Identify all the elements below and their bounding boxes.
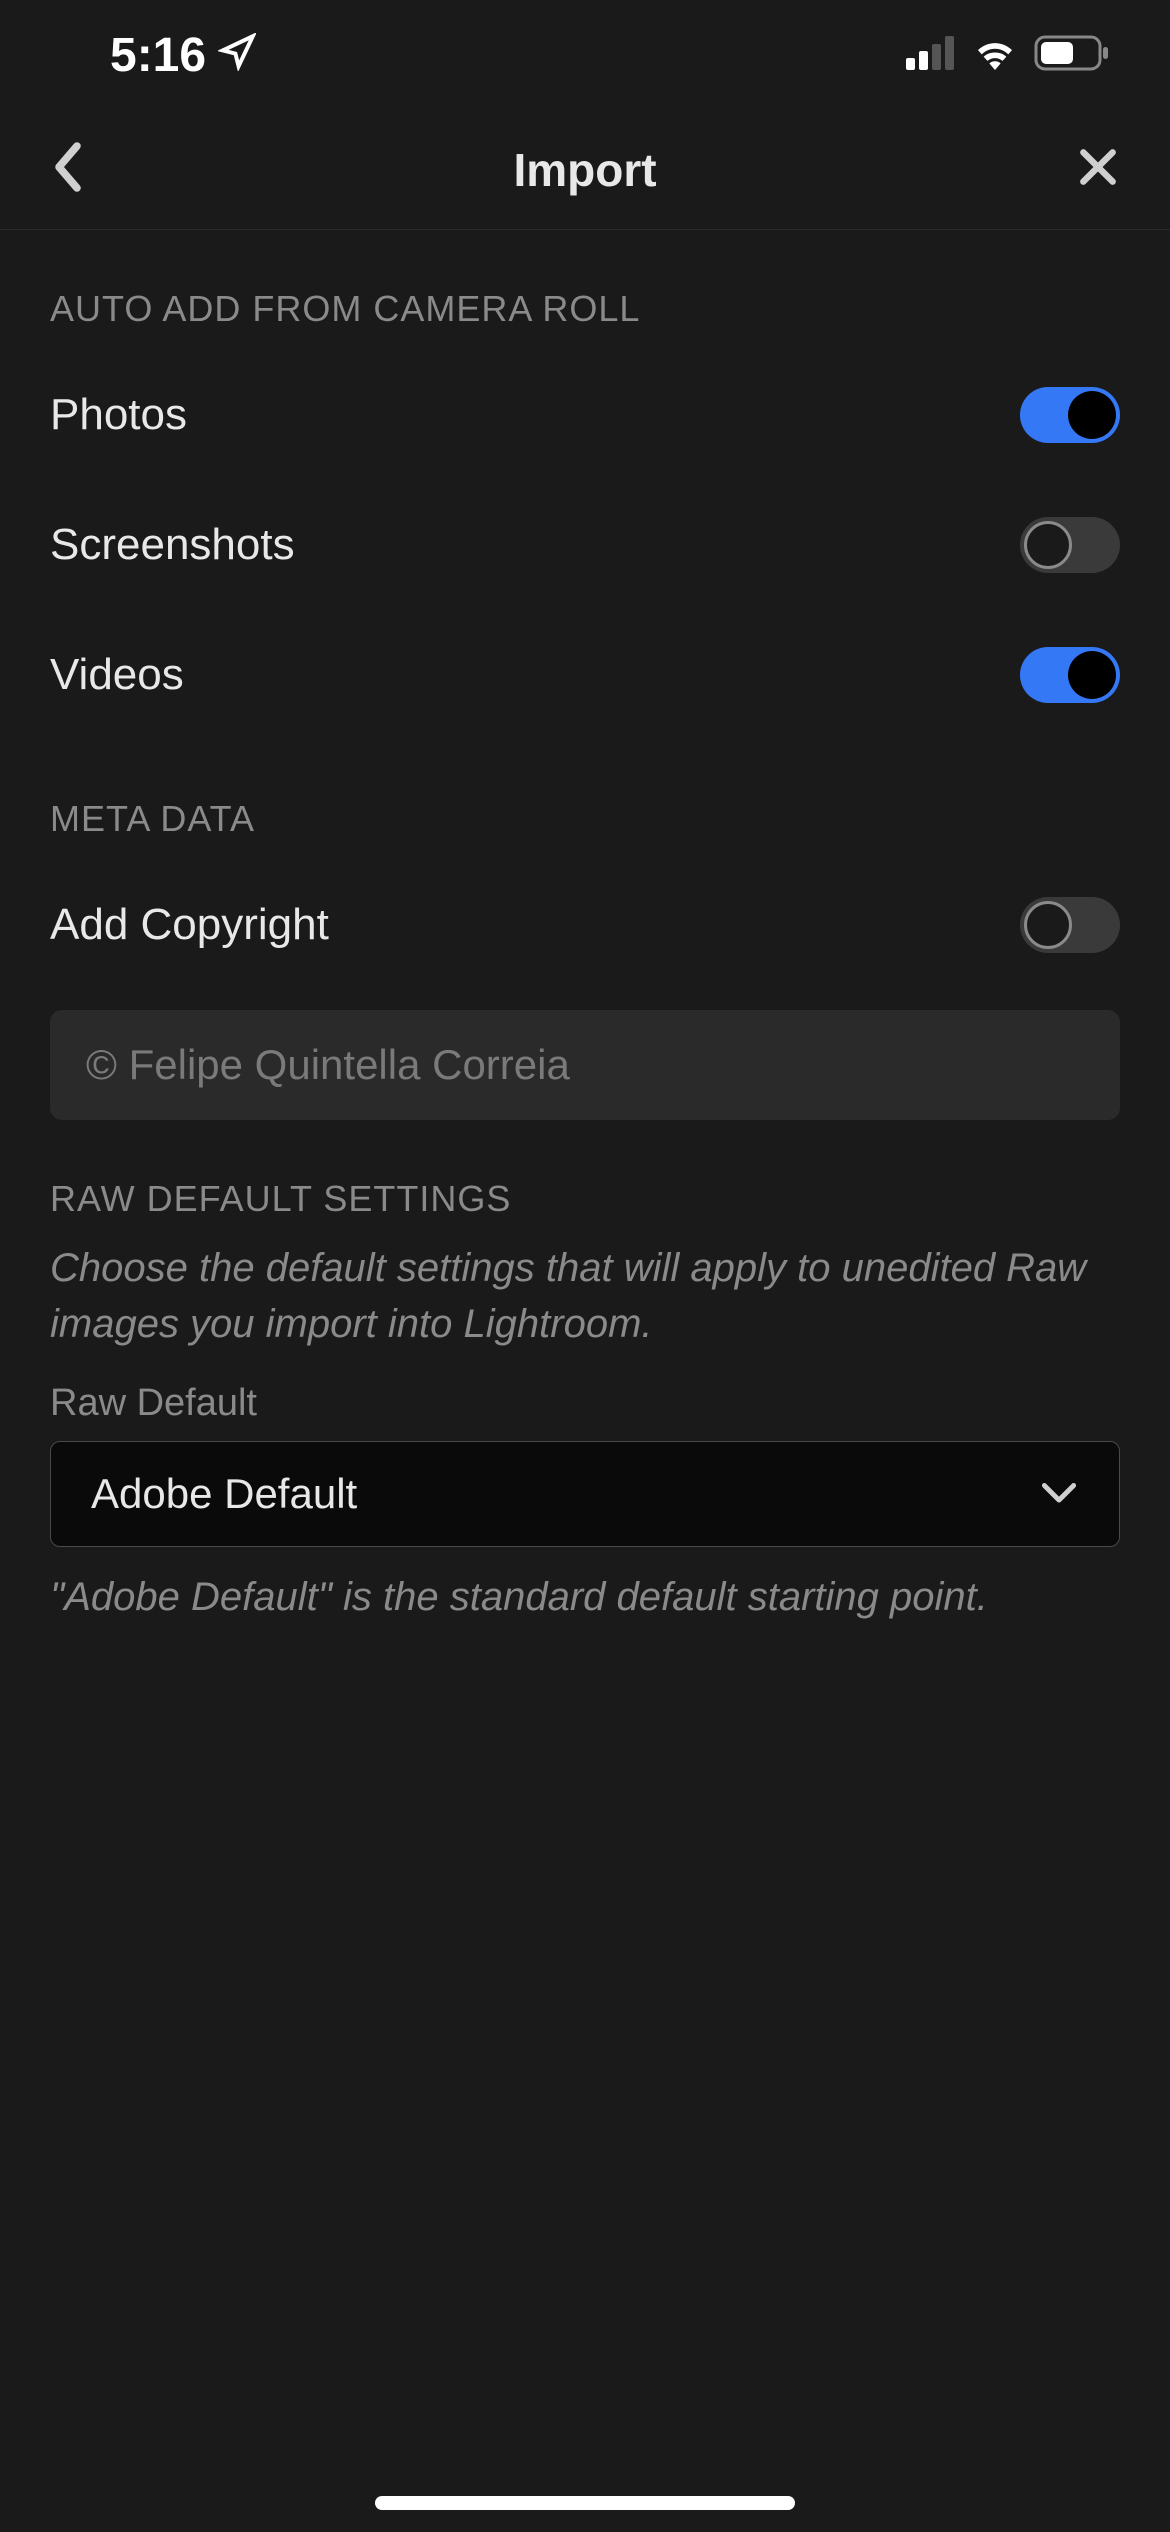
- back-button[interactable]: [50, 140, 86, 199]
- section-header-metadata: META DATA: [50, 798, 1120, 840]
- copyright-input-container: [50, 1010, 1120, 1120]
- section-header-auto-add: AUTO ADD FROM CAMERA ROLL: [50, 288, 1120, 330]
- cellular-signal-icon: [906, 36, 956, 75]
- raw-default-value: Adobe Default: [91, 1470, 357, 1518]
- videos-label: Videos: [50, 650, 184, 700]
- wifi-icon: [972, 36, 1018, 75]
- section-header-raw: RAW DEFAULT SETTINGS: [50, 1178, 1120, 1220]
- page-title: Import: [513, 143, 656, 197]
- videos-toggle[interactable]: [1020, 647, 1120, 703]
- status-bar: 5:16: [0, 0, 1170, 110]
- photos-toggle[interactable]: [1020, 387, 1120, 443]
- status-time: 5:16: [110, 28, 206, 83]
- chevron-down-icon: [1039, 1479, 1079, 1510]
- setting-row-copyright: Add Copyright: [50, 860, 1120, 990]
- copyright-label: Add Copyright: [50, 900, 329, 950]
- raw-footer-note: "Adobe Default" is the standard default …: [50, 1575, 1120, 1620]
- status-right: [906, 35, 1110, 76]
- raw-default-dropdown[interactable]: Adobe Default: [50, 1441, 1120, 1547]
- content: AUTO ADD FROM CAMERA ROLL Photos Screens…: [0, 288, 1170, 1620]
- setting-row-screenshots: Screenshots: [50, 480, 1120, 610]
- photos-label: Photos: [50, 390, 187, 440]
- copyright-toggle[interactable]: [1020, 897, 1120, 953]
- nav-bar: Import: [0, 110, 1170, 230]
- raw-field-label: Raw Default: [50, 1382, 1120, 1425]
- battery-icon: [1034, 35, 1110, 76]
- screenshots-label: Screenshots: [50, 520, 295, 570]
- status-left: 5:16: [110, 28, 256, 83]
- setting-row-videos: Videos: [50, 610, 1120, 740]
- raw-description: Choose the default settings that will ap…: [50, 1240, 1120, 1352]
- copyright-input[interactable]: [50, 1010, 1120, 1120]
- close-button[interactable]: [1076, 145, 1120, 194]
- setting-row-photos: Photos: [50, 350, 1120, 480]
- home-indicator[interactable]: [375, 2496, 795, 2510]
- location-icon: [218, 28, 256, 83]
- screenshots-toggle[interactable]: [1020, 517, 1120, 573]
